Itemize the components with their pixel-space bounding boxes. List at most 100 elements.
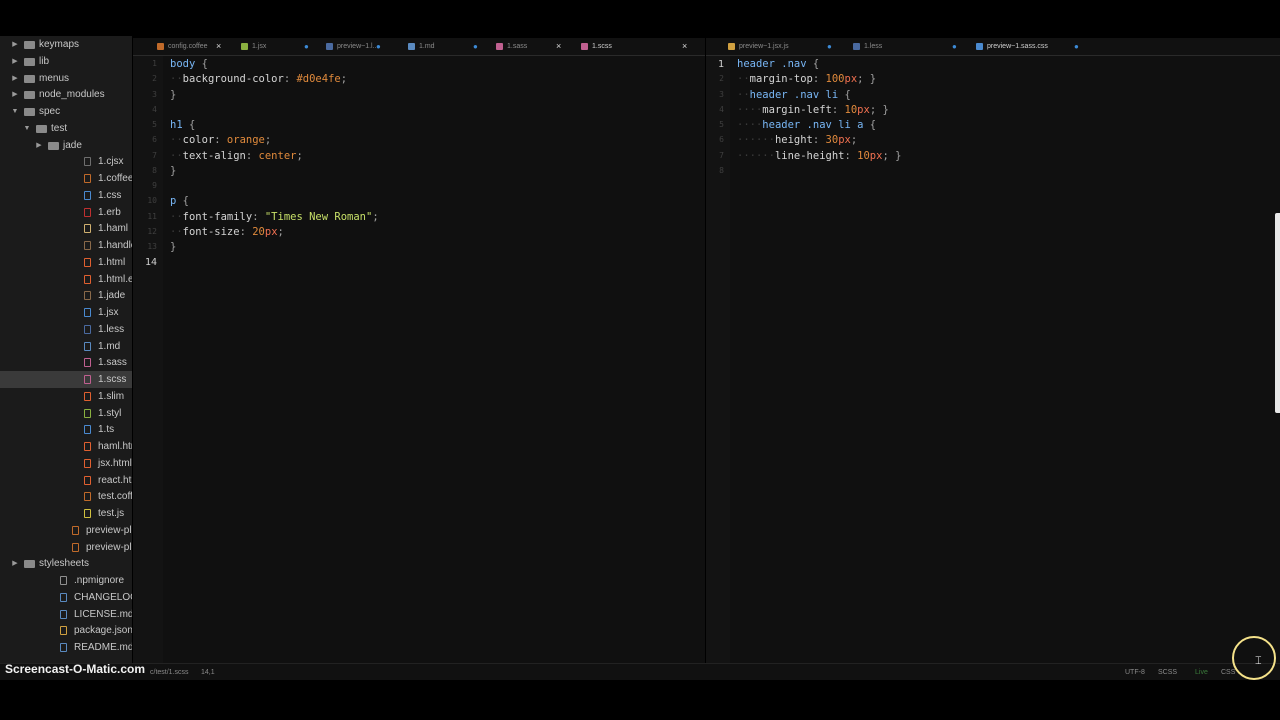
chevron-down-icon[interactable]: ▼ — [10, 103, 20, 120]
right-editor-pane[interactable]: 1 2 3 4 5 6 7 8 header .nav {··margin-top: 100p… — [706, 56, 1280, 663]
status-grammar[interactable]: SCSS — [1158, 664, 1177, 681]
code-line[interactable]: ··font-size: 20px; — [170, 225, 284, 240]
tree-item-stylesheets[interactable]: ▶ stylesheets — [0, 555, 132, 572]
tree-item-haml-html[interactable]: haml.html — [0, 438, 132, 455]
line-number: 2 — [719, 74, 724, 84]
code-line[interactable]: ······height: 30px; — [737, 133, 857, 148]
tree-item-1-coffee[interactable]: 1.coffee — [0, 170, 132, 187]
modified-dot-icon: ● — [473, 42, 478, 51]
handlebars-file-icon — [84, 241, 91, 250]
chevron-right-icon[interactable]: ▶ — [34, 137, 44, 154]
tree-item-lib[interactable]: ▶ lib — [0, 53, 132, 70]
tree-item-node-modules[interactable]: ▶ node_modules — [0, 86, 132, 103]
tree-item-label: preview-plus-view — [86, 542, 132, 553]
tree-item-1-haml[interactable]: 1.haml — [0, 220, 132, 237]
code-line[interactable]: ··text-align: center; — [170, 149, 303, 164]
tree-item-label: lib — [39, 56, 50, 67]
status-live-toggle[interactable]: Live — [1195, 664, 1208, 681]
tree-item-changelog-md[interactable]: CHANGELOG.md — [0, 589, 132, 606]
code-line[interactable]: body { — [170, 57, 208, 72]
click-highlight-ring — [1232, 636, 1276, 680]
tree-item-jade[interactable]: ▶ jade — [0, 137, 132, 154]
chevron-right-icon[interactable]: ▶ — [10, 70, 20, 87]
tree-item-spec[interactable]: ▼ spec — [0, 103, 132, 120]
scrollbar-thumb[interactable] — [1275, 213, 1280, 413]
tab-label: 1.md — [419, 43, 435, 50]
code-line[interactable]: ··margin-top: 100px; } — [737, 72, 876, 87]
tab-close-icon[interactable]: × — [682, 38, 687, 55]
chevron-right-icon[interactable]: ▶ — [10, 36, 20, 53]
tree-item-1-handlebars[interactable]: 1.handlebars — [0, 237, 132, 254]
tree-item-test-js[interactable]: test.js — [0, 505, 132, 522]
code-line[interactable]: ··header .nav li { — [737, 88, 851, 103]
tree-item-1-md[interactable]: 1.md — [0, 338, 132, 355]
code-line[interactable]: } — [170, 88, 176, 103]
tree-item-1-less[interactable]: 1.less — [0, 321, 132, 338]
left-editor-pane[interactable]: 1 2 3 4 5 6 7 8 9 10 11 12 13 14 body {··background-c… — [133, 56, 705, 663]
tree-item-label: CHANGELOG.md — [74, 592, 132, 603]
tree-item-package-json[interactable]: package.json — [0, 622, 132, 639]
tree-item-keymaps[interactable]: ▶ keymaps — [0, 36, 132, 53]
tab-label: 1.less — [864, 43, 883, 50]
code-line[interactable]: header .nav { — [737, 57, 819, 72]
code-line[interactable]: ····margin-left: 10px; } — [737, 103, 889, 118]
chevron-down-icon[interactable]: ▼ — [22, 120, 32, 137]
tree-item-1-scss[interactable]: 1.scss — [0, 371, 132, 388]
tree-item-1-erb[interactable]: 1.erb — [0, 204, 132, 221]
less-file-icon — [853, 43, 860, 50]
tree-item-1-styl[interactable]: 1.styl — [0, 405, 132, 422]
tree-item-menus[interactable]: ▶ menus — [0, 70, 132, 87]
code-line[interactable]: ··color: orange; — [170, 133, 271, 148]
chevron-right-icon[interactable]: ▶ — [10, 53, 20, 70]
tree-item-react-html[interactable]: react.html — [0, 472, 132, 489]
tree-item-readme-md[interactable]: README.md — [0, 639, 132, 656]
tree-item-preview-plus-view[interactable]: preview-plus-view — [0, 539, 132, 556]
tree-item-1-ts[interactable]: 1.ts — [0, 421, 132, 438]
line-number: 3 — [719, 89, 724, 99]
tree-item-1-cjsx[interactable]: 1.cjsx — [0, 153, 132, 170]
coffee-file-icon — [157, 43, 164, 50]
code-line[interactable]: ····header .nav li a { — [737, 118, 876, 133]
code-line[interactable]: ······line-height: 10px; } — [737, 149, 901, 164]
chevron-right-icon[interactable]: ▶ — [10, 86, 20, 103]
tab-close-icon[interactable]: × — [556, 38, 561, 55]
modified-dot-icon: ● — [952, 42, 957, 51]
tree-item-test-coff[interactable]: test.coff — [0, 488, 132, 505]
code-line[interactable]: p { — [170, 194, 189, 209]
tree-item-1-sass[interactable]: 1.sass — [0, 354, 132, 371]
tree-item-1-html-erb[interactable]: 1.html.erb — [0, 271, 132, 288]
chevron-right-icon[interactable]: ▶ — [10, 555, 20, 572]
tree-item-1-jade[interactable]: 1.jade — [0, 287, 132, 304]
tree-item-preview-plus-spec[interactable]: preview-plus-spec. — [0, 522, 132, 539]
jsx-file-icon — [241, 43, 248, 50]
tab-label: preview~1.jsx.js — [739, 43, 789, 50]
line-number: 5 — [719, 120, 724, 129]
status-file-path[interactable]: c/test/1.scss — [150, 664, 189, 681]
less-file-icon — [326, 43, 333, 50]
code-line[interactable]: } — [170, 164, 176, 179]
tree-item-1-jsx[interactable]: 1.jsx — [0, 304, 132, 321]
code-line[interactable]: ··background-color: #d0e4fe; — [170, 72, 347, 87]
code-line[interactable]: } — [170, 240, 176, 255]
stylus-file-icon — [84, 409, 91, 418]
modified-dot-icon: ● — [827, 42, 832, 51]
tree-item-1-html[interactable]: 1.html — [0, 254, 132, 271]
tab-label: 1.jsx — [252, 43, 267, 50]
code-line[interactable]: ··font-family: "Times New Roman"; — [170, 210, 379, 225]
tree-item-test[interactable]: ▼ test — [0, 120, 132, 137]
coffee-file-icon — [72, 526, 79, 535]
code-line[interactable]: h1 { — [170, 118, 195, 133]
tree-item-label: 1.html.erb — [98, 274, 132, 285]
tree-item-1-slim[interactable]: 1.slim — [0, 388, 132, 405]
tree-view[interactable]: ▶ keymaps ▶ lib ▶ menus ▶ node_modules ▼ spec ▼ tes… — [0, 36, 132, 664]
right-tab-bar: preview~1.jsx.js ● 1.less ● preview~1.sass.c… — [706, 38, 1280, 56]
status-cursor-position[interactable]: 14,1 — [201, 664, 215, 681]
js-file-icon — [728, 43, 735, 50]
tree-item-label: 1.sass — [98, 357, 127, 368]
tab-close-icon[interactable]: × — [216, 38, 221, 55]
tree-item-jsx-html[interactable]: jsx.html — [0, 455, 132, 472]
tree-item-license-md[interactable]: LICENSE.md — [0, 606, 132, 623]
tree-item-1-css[interactable]: 1.css — [0, 187, 132, 204]
status-encoding[interactable]: UTF-8 — [1125, 664, 1145, 681]
tree-item-npmignore[interactable]: .npmignore — [0, 572, 132, 589]
